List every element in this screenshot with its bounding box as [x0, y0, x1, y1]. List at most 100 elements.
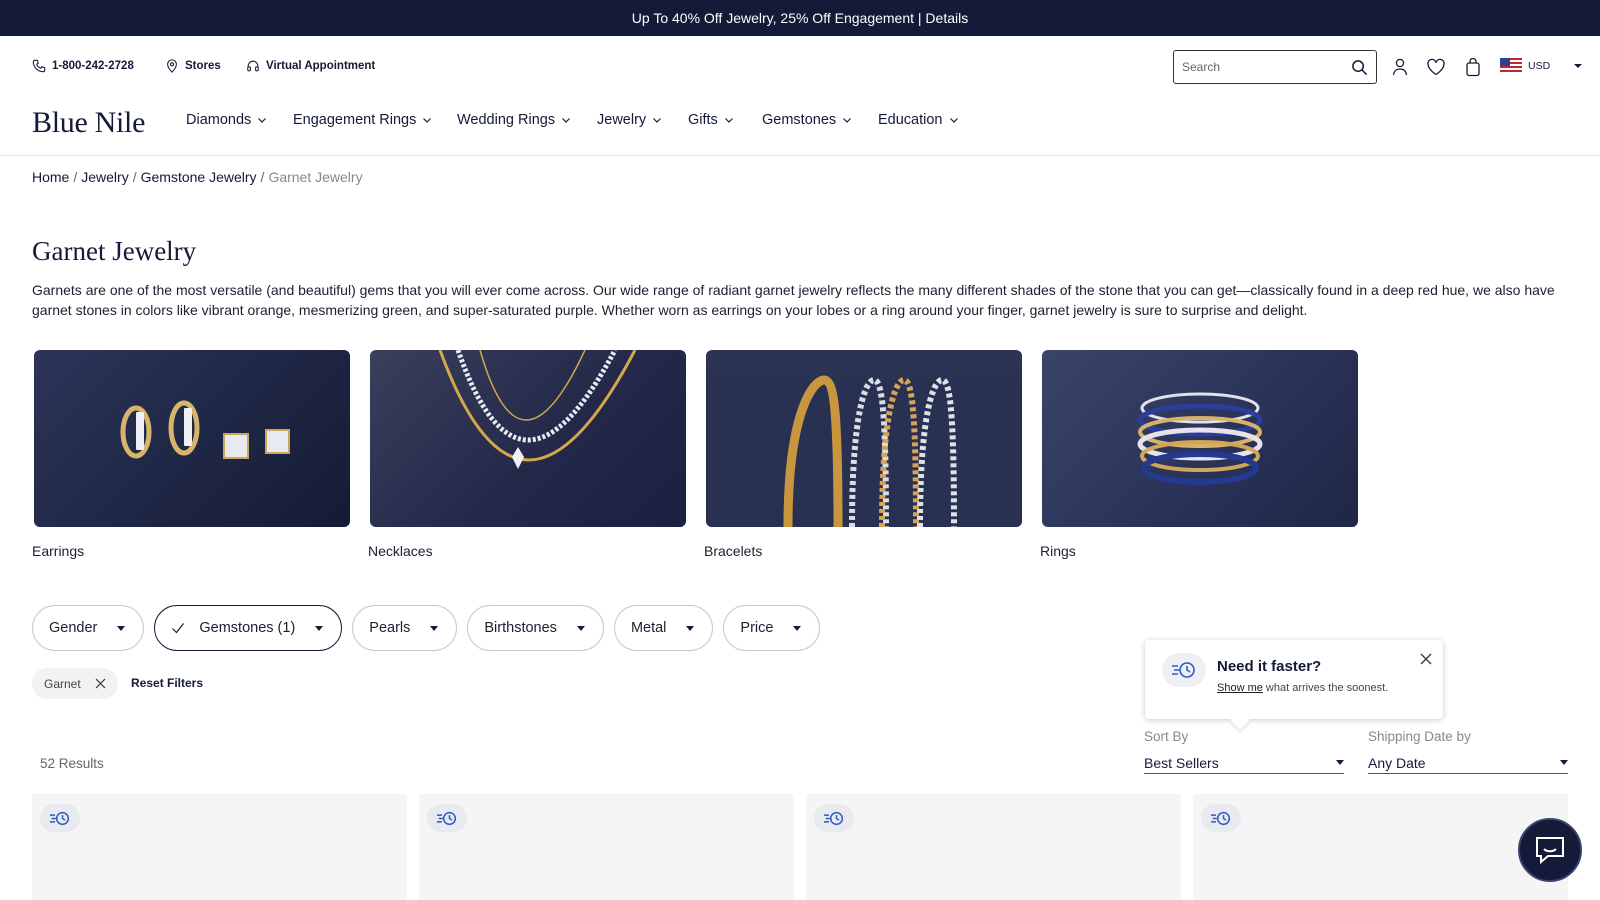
category-tile-earrings[interactable]: Earrings: [32, 350, 350, 559]
currency-label: USD: [1528, 59, 1551, 72]
close-icon[interactable]: [95, 678, 106, 689]
breadcrumb-separator: /: [260, 169, 265, 185]
nav-label: Gifts: [688, 112, 718, 128]
caret-down-icon: [430, 625, 439, 631]
fast-shipping-icon: [814, 804, 854, 832]
category-label[interactable]: Bracelets: [704, 543, 1022, 559]
filter-metal[interactable]: Metal: [613, 605, 714, 651]
tooltip-title: Need it faster?: [1217, 658, 1322, 675]
sort-by-value: Best Sellers: [1144, 754, 1219, 771]
us-flag-icon: [1500, 58, 1522, 73]
reset-filters-link[interactable]: Reset Filters: [131, 676, 203, 690]
currency-selector[interactable]: USD: [1500, 58, 1583, 73]
utility-bar: 1-800-242-2728 Stores Virtual Appointmen…: [0, 36, 1600, 98]
filter-gender[interactable]: Gender: [32, 605, 145, 651]
breadcrumb-jewelry[interactable]: Jewelry: [81, 169, 128, 185]
logo[interactable]: Blue Nile: [32, 106, 145, 140]
chevron-down-icon: [423, 118, 432, 123]
caret-down-icon: [1560, 760, 1568, 765]
nav-item-wedding-rings[interactable]: Wedding Rings: [457, 112, 571, 128]
product-card[interactable]: [419, 794, 794, 900]
filter-gemstones[interactable]: Gemstones (1): [154, 605, 343, 651]
tooltip-body: Show me what arrives the soonest.: [1217, 682, 1388, 694]
location-pin-icon: [167, 59, 177, 73]
nav-label: Wedding Rings: [457, 112, 556, 128]
headset-icon: [247, 60, 259, 72]
chevron-down-icon: [949, 118, 958, 123]
stores-label: Stores: [185, 60, 221, 72]
nav-label: Diamonds: [186, 112, 252, 128]
sort-by-select[interactable]: Best Sellers: [1144, 752, 1344, 774]
shipping-date-select[interactable]: Any Date: [1368, 752, 1568, 774]
breadcrumb: Home / Jewelry / Gemstone Jewelry / Garnet Jew…: [32, 169, 363, 185]
stores-link[interactable]: Stores: [165, 59, 221, 73]
category-label[interactable]: Rings: [1040, 543, 1358, 559]
show-me-link[interactable]: Show me: [1217, 682, 1263, 694]
sort-by-label: Sort By: [1144, 729, 1189, 744]
cart-button[interactable]: [1463, 57, 1483, 77]
category-label[interactable]: Necklaces: [368, 543, 686, 559]
nav-label: Gemstones: [762, 112, 837, 128]
filter-birthstones[interactable]: Birthstones: [467, 605, 604, 651]
product-card[interactable]: [1193, 794, 1568, 900]
rings-image[interactable]: [1042, 350, 1358, 527]
chip-label: Garnet: [44, 676, 81, 691]
page-description: Garnets are one of the most versatile (a…: [32, 282, 1555, 318]
shipping-date-group: Shipping Date by Any Date: [1368, 729, 1568, 774]
phone-number: 1-800-242-2728: [52, 60, 134, 72]
promo-banner[interactable]: Up To 40% Off Jewelry, 25% Off Engagemen…: [0, 0, 1600, 36]
promo-text[interactable]: Up To 40% Off Jewelry, 25% Off Engagemen…: [632, 10, 968, 26]
breadcrumb-gemstone-jewelry[interactable]: Gemstone Jewelry: [141, 169, 257, 185]
category-tile-necklaces[interactable]: Necklaces: [368, 350, 686, 559]
heart-icon: [1427, 58, 1445, 76]
product-card[interactable]: [806, 794, 1181, 900]
appointment-label: Virtual Appointment: [266, 60, 376, 72]
breadcrumb-current: Garnet Jewelry: [268, 169, 363, 185]
fast-shipping-icon: [40, 804, 80, 832]
nav-item-engagement-rings[interactable]: Engagement Rings: [293, 112, 432, 128]
nav-item-diamonds[interactable]: Diamonds: [186, 112, 267, 128]
caret-down-icon: [117, 625, 126, 631]
tooltip-body-text: what arrives the soonest.: [1262, 682, 1389, 694]
earrings-image[interactable]: [34, 350, 350, 527]
nav-item-gemstones[interactable]: Gemstones: [762, 112, 852, 128]
chat-button[interactable]: [1518, 818, 1582, 882]
category-tile-bracelets[interactable]: Bracelets: [704, 350, 1022, 559]
chevron-down-icon: [258, 118, 267, 123]
wishlist-button[interactable]: [1426, 57, 1446, 77]
nav-item-jewelry[interactable]: Jewelry: [597, 112, 662, 128]
page-title: Garnet Jewelry: [32, 236, 197, 266]
search-box[interactable]: [1173, 50, 1377, 84]
caret-down-icon: [315, 625, 324, 631]
user-icon: [1392, 58, 1408, 76]
phone-link[interactable]: 1-800-242-2728: [32, 59, 134, 73]
close-icon[interactable]: [1419, 652, 1433, 666]
filter-label: Price: [740, 620, 774, 636]
caret-down-icon: [1336, 760, 1344, 765]
filter-price[interactable]: Price: [723, 605, 821, 651]
nav-item-gifts[interactable]: Gifts: [688, 112, 734, 128]
chevron-down-icon: [843, 118, 852, 123]
caret-down-icon: [686, 625, 695, 631]
virtual-appointment-link[interactable]: Virtual Appointment: [246, 59, 375, 73]
filter-label: Pearls: [369, 620, 411, 636]
product-card[interactable]: [32, 794, 407, 900]
breadcrumb-home[interactable]: Home: [32, 169, 69, 185]
category-label[interactable]: Earrings: [32, 543, 350, 559]
nav-item-education[interactable]: Education: [878, 112, 959, 128]
category-tile-rings[interactable]: Rings: [1040, 350, 1358, 559]
results-count: 52 Results: [40, 756, 104, 771]
bracelets-image[interactable]: [706, 350, 1022, 527]
necklaces-image[interactable]: [370, 350, 686, 527]
nav-label: Engagement Rings: [293, 112, 417, 128]
caret-down-icon: [793, 625, 802, 631]
nav-label: Education: [878, 112, 943, 128]
filter-pearls[interactable]: Pearls: [352, 605, 458, 651]
search-input[interactable]: [1182, 60, 1351, 74]
filter-label: Gemstones (1): [199, 620, 296, 636]
search-icon[interactable]: [1351, 59, 1368, 76]
phone-icon: [32, 59, 46, 73]
account-button[interactable]: [1390, 57, 1410, 77]
chevron-down-icon: [562, 118, 571, 123]
nav-label: Jewelry: [597, 112, 647, 128]
